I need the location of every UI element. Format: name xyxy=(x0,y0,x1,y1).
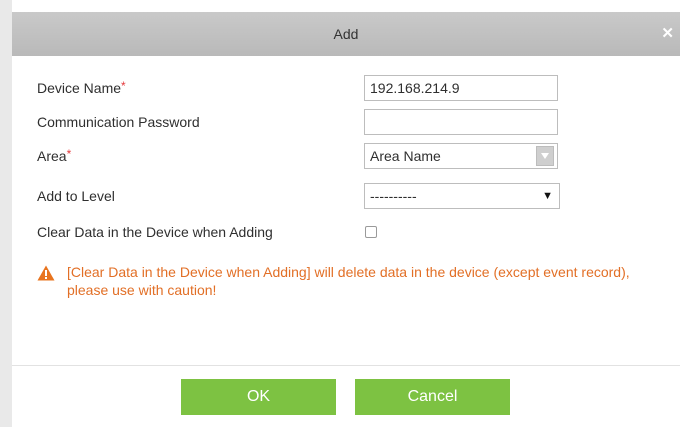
footer-divider xyxy=(12,365,680,366)
add-to-level-value: ---------- xyxy=(370,188,417,204)
warning-message: [Clear Data in the Device when Adding] w… xyxy=(37,263,662,299)
area-dropdown-button[interactable] xyxy=(536,146,554,166)
chevron-down-icon: ▼ xyxy=(542,190,553,202)
add-to-level-label: Add to Level xyxy=(37,188,115,204)
device-name-input[interactable] xyxy=(364,75,558,101)
area-value: Area Name xyxy=(370,148,441,164)
clear-data-label: Clear Data in the Device when Adding xyxy=(37,224,273,240)
required-mark: * xyxy=(66,147,72,161)
clear-data-row: Clear Data in the Device when Adding xyxy=(12,216,680,248)
communication-password-label: Communication Password xyxy=(37,114,200,130)
communication-password-row: Communication Password xyxy=(12,106,680,138)
dialog-title: Add xyxy=(333,26,359,42)
area-label: Area* xyxy=(37,147,72,164)
required-mark: * xyxy=(121,79,126,93)
warning-icon xyxy=(37,265,55,281)
device-name-label: Device Name* xyxy=(37,79,126,96)
device-name-row: Device Name* xyxy=(12,72,680,104)
close-icon[interactable]: ✕ xyxy=(661,12,674,56)
add-device-dialog: Add ✕ Device Name* Communication Passwor… xyxy=(12,0,680,427)
warning-text: [Clear Data in the Device when Adding] w… xyxy=(67,264,630,298)
dialog-titlebar: Add ✕ xyxy=(12,12,680,56)
add-to-level-select[interactable]: ---------- ▼ xyxy=(364,183,560,209)
clear-data-checkbox[interactable] xyxy=(365,226,377,238)
area-field[interactable]: Area Name xyxy=(364,143,558,169)
cancel-button[interactable]: Cancel xyxy=(355,379,510,415)
communication-password-input[interactable] xyxy=(364,109,558,135)
add-to-level-row: Add to Level ---------- ▼ xyxy=(12,180,680,212)
ok-button[interactable]: OK xyxy=(181,379,336,415)
area-row: Area* Area Name xyxy=(12,140,680,172)
